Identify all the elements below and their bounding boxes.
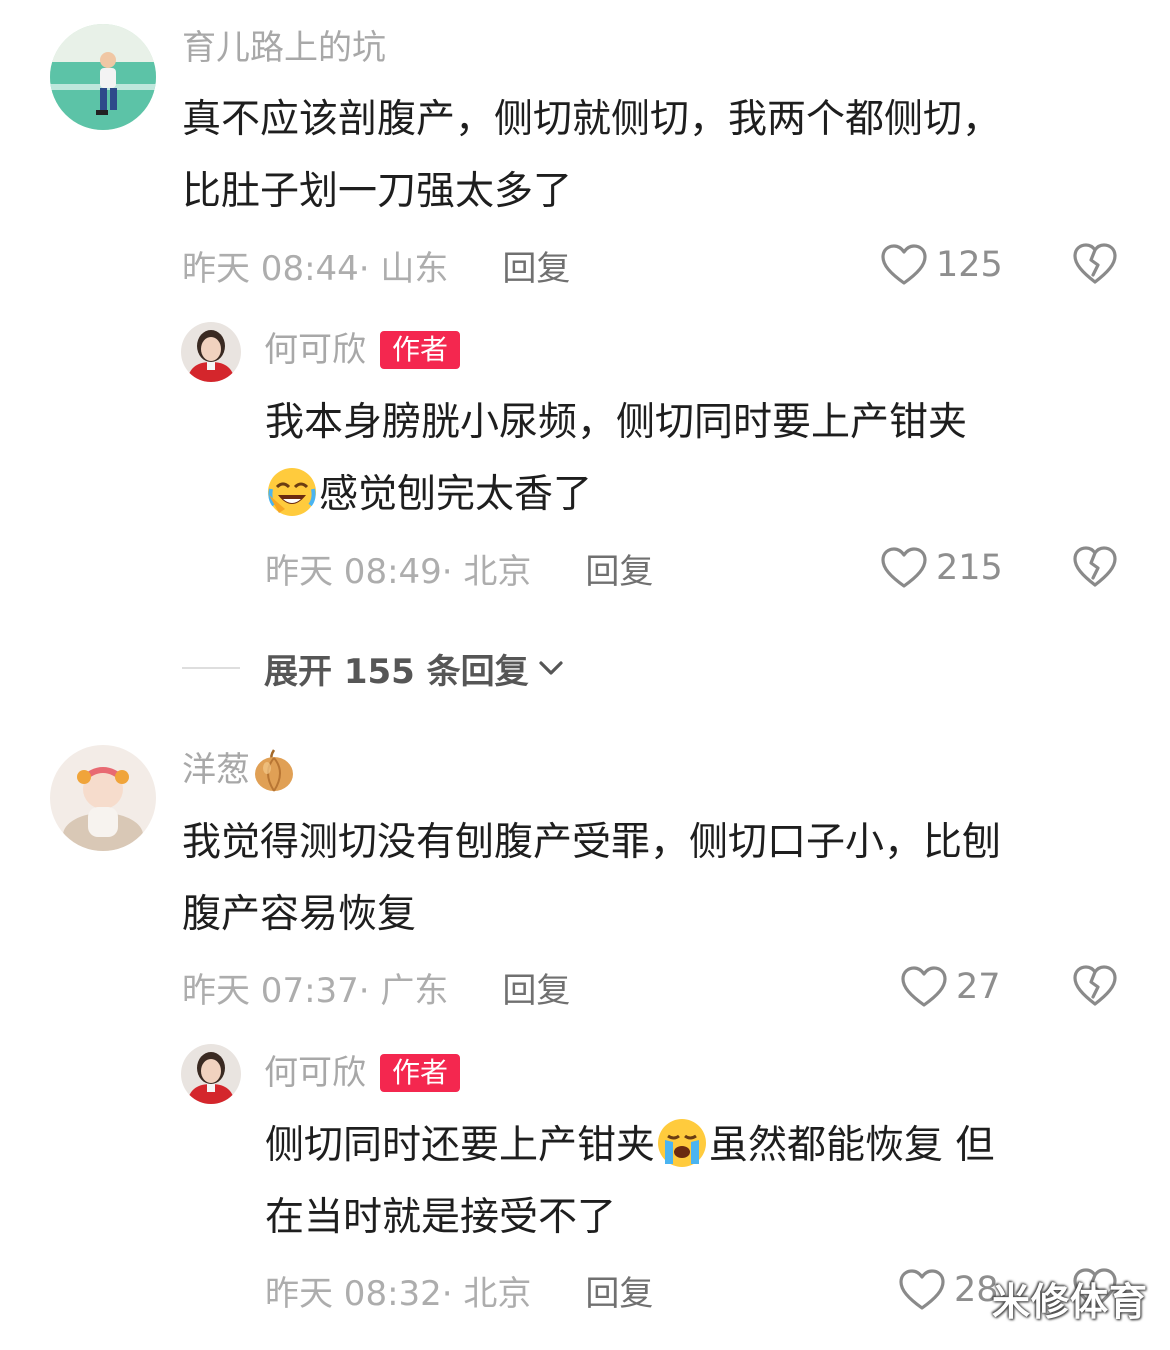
- watermark: 米修体育: [991, 1280, 1148, 1324]
- comment-line: 腹产容易恢复: [182, 892, 417, 937]
- reply-text: 侧切同时还要上产钳夹 虽然都能恢复 但 在当时就是接受不了: [265, 1110, 994, 1254]
- comment-line: 比肚子划一刀强太多了: [182, 169, 573, 214]
- expand-replies-label: 展开 155 条回复: [264, 651, 529, 692]
- like-button[interactable]: 215: [880, 543, 1003, 593]
- like-count: 125: [936, 245, 1003, 285]
- comment-line: 真不应该剖腹产，侧切就侧切，我两个都侧切，: [182, 97, 1002, 142]
- comment-line: 侧切同时还要上产钳夹 虽然都能恢复 但: [265, 1110, 994, 1182]
- dislike-button[interactable]: [1072, 545, 1118, 589]
- avatar[interactable]: [50, 745, 156, 851]
- chevron-down-icon: [535, 652, 567, 684]
- comment-text: 我觉得测切没有刨腹产受罪，侧切口子小，比刨 腹产容易恢复: [182, 807, 1001, 951]
- broken-heart-icon: [1073, 243, 1117, 284]
- divider: [182, 667, 240, 669]
- comment-line-text: 虽然都能恢复 但: [709, 1123, 995, 1168]
- avatar[interactable]: [50, 24, 156, 130]
- comment-author: 洋葱: [182, 748, 298, 792]
- comment-line: 在当时就是接受不了: [265, 1195, 617, 1240]
- rofl-emoji: [265, 465, 319, 519]
- reply-author: 何可欣 作者: [264, 328, 461, 372]
- comment-line: 感觉刨完太香了: [265, 459, 967, 531]
- broken-heart-icon: [1073, 546, 1117, 587]
- username[interactable]: 何可欣: [264, 328, 366, 372]
- heart-icon: [898, 1268, 946, 1312]
- heart-icon: [900, 965, 948, 1009]
- location: · 北京: [441, 551, 532, 592]
- like-button[interactable]: 125: [880, 240, 1003, 290]
- username[interactable]: 育儿路上的坑: [182, 26, 386, 70]
- dislike-button[interactable]: [1072, 242, 1118, 286]
- location: · 广东: [358, 970, 449, 1011]
- username[interactable]: 何可欣: [264, 1051, 366, 1095]
- reply-button[interactable]: 回复: [502, 963, 570, 1012]
- onion-emoji: [250, 746, 298, 794]
- timestamp: 昨天 08:49: [265, 551, 442, 592]
- timestamp: 昨天 07:37: [182, 970, 359, 1011]
- comment-line-text: 感觉刨完太香了: [319, 472, 593, 517]
- reply-button[interactable]: 回复: [585, 544, 653, 593]
- comment-line: 我本身膀胱小尿频，侧切同时要上产钳夹: [265, 400, 968, 445]
- broken-heart-icon: [1073, 965, 1117, 1006]
- reply-author: 何可欣 作者: [264, 1051, 461, 1095]
- comment-meta: 昨天 08:32 · 北京 回复: [265, 1265, 653, 1315]
- like-count: 215: [936, 548, 1003, 588]
- like-count: 27: [956, 967, 1001, 1007]
- like-button[interactable]: 28: [898, 1265, 999, 1315]
- expand-replies[interactable]: 展开 155 条回复: [182, 643, 567, 693]
- crying-emoji: [655, 1116, 709, 1170]
- author-badge: 作者: [380, 1054, 461, 1092]
- username[interactable]: 洋葱: [182, 748, 250, 792]
- reply-text: 我本身膀胱小尿频，侧切同时要上产钳夹 感觉刨完太香了: [265, 387, 967, 531]
- comment-line: 我觉得测切没有刨腹产受罪，侧切口子小，比刨: [182, 820, 1002, 865]
- comment-meta: 昨天 07:37 · 广东 回复: [182, 962, 570, 1012]
- avatar[interactable]: [181, 322, 241, 382]
- avatar[interactable]: [181, 1044, 241, 1104]
- location: · 北京: [441, 1273, 532, 1314]
- dislike-button[interactable]: [1072, 964, 1118, 1008]
- reply-button[interactable]: 回复: [502, 241, 570, 290]
- comment-meta: 昨天 08:44 · 山东 回复: [182, 240, 570, 290]
- comment-line-text: 侧切同时还要上产钳夹: [265, 1123, 656, 1168]
- reply-button[interactable]: 回复: [585, 1266, 653, 1315]
- location: · 山东: [358, 248, 449, 289]
- timestamp: 昨天 08:44: [182, 248, 359, 289]
- comment-meta: 昨天 08:49 · 北京 回复: [265, 543, 653, 593]
- heart-icon: [880, 546, 928, 590]
- timestamp: 昨天 08:32: [265, 1273, 442, 1314]
- heart-icon: [880, 243, 928, 287]
- like-button[interactable]: 27: [900, 962, 1001, 1012]
- comment-text: 真不应该剖腹产，侧切就侧切，我两个都侧切， 比肚子划一刀强太多了: [182, 84, 1001, 228]
- author-badge: 作者: [380, 331, 461, 369]
